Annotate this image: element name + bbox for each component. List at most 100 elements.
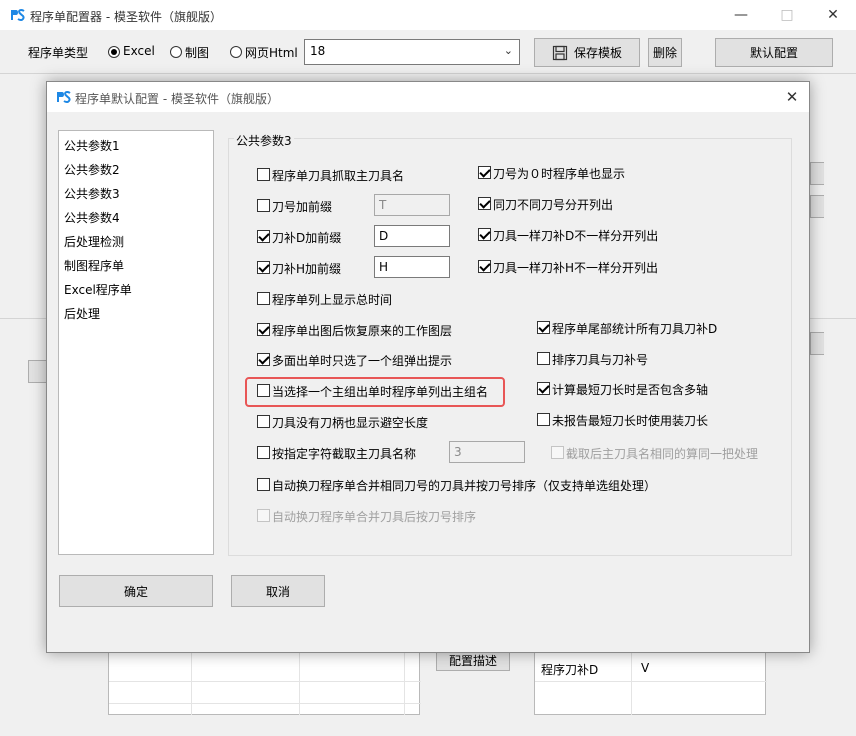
table-cell-key: 程序刀补D [541, 663, 599, 677]
checkbox-same-tool-diff-number[interactable] [478, 197, 491, 210]
delete-button[interactable]: 删除 [648, 38, 682, 67]
radio-draw[interactable] [170, 46, 182, 58]
label-d-prefix[interactable]: 刀补D加前缀 [272, 229, 341, 246]
radio-html-label[interactable]: 网页Html [245, 44, 298, 61]
table-cell-value: V [641, 661, 650, 675]
nav-item-common1[interactable]: 公共参数1 [64, 137, 120, 154]
default-config-dialog: 程序单默认配置 - 模圣软件（旗舰版） ✕ 公共参数1 公共参数2 公共参数3 … [46, 81, 810, 653]
default-config-button[interactable]: 默认配置 [715, 38, 833, 67]
checkbox-grab-main-tool[interactable] [257, 168, 270, 181]
dialog-title: 程序单默认配置 - 模圣软件（旗舰版） [75, 92, 279, 106]
label-merge-sort[interactable]: 自动换刀程序单合并刀具后按刀号排序 [272, 508, 476, 525]
main-separator [0, 73, 856, 74]
checkbox-tail-stats-d[interactable] [537, 321, 550, 334]
truncate-char-input[interactable]: 3 [449, 441, 525, 463]
checkbox-sort-tool-comp[interactable] [537, 352, 550, 365]
label-show-total-time[interactable]: 程序单列上显示总时间 [272, 291, 392, 308]
checkbox-no-holder-clearance[interactable] [257, 415, 270, 428]
checkbox-d-prefix[interactable] [257, 230, 270, 243]
checkbox-merge-same-tool[interactable] [257, 478, 270, 491]
label-diff-h[interactable]: 刀具一样刀补H不一样分开列出 [493, 259, 658, 276]
checkbox-list-main-group[interactable] [257, 384, 270, 397]
checkbox-show-tool-zero[interactable] [478, 166, 491, 179]
label-include-multiaxis[interactable]: 计算最短刀长时是否包含多轴 [552, 381, 708, 398]
ok-label: 确定 [123, 584, 148, 599]
label-grab-main-tool[interactable]: 程序单刀具抓取主刀具名 [272, 167, 404, 184]
label-show-tool-zero[interactable]: 刀号为０时程序单也显示 [493, 165, 625, 182]
bg-button-d[interactable] [28, 360, 46, 383]
label-no-holder-clearance[interactable]: 刀具没有刀柄也显示避空长度 [272, 414, 428, 431]
group-title: 公共参数3 [234, 132, 294, 149]
d-prefix-input[interactable]: D [374, 225, 450, 247]
nav-item-post[interactable]: 后处理 [64, 305, 100, 322]
cancel-button[interactable]: 取消 [231, 575, 325, 607]
nav-item-drawing[interactable]: 制图程序单 [64, 257, 124, 274]
tool-prefix-input[interactable]: T [374, 194, 450, 216]
checkbox-truncate-tool-name[interactable] [257, 446, 270, 459]
config-desc-label: 配置描述 [448, 654, 497, 668]
label-same-name-merge[interactable]: 截取后主刀具名相同的算同一把处理 [566, 445, 758, 462]
maximize-icon[interactable]: □ [764, 0, 810, 30]
label-restore-layer[interactable]: 程序单出图后恢复原来的工作图层 [272, 322, 452, 339]
radio-excel[interactable] [108, 46, 120, 58]
checkbox-same-name-merge[interactable] [551, 446, 564, 459]
checkbox-restore-layer[interactable] [257, 323, 270, 336]
checkbox-include-multiaxis[interactable] [537, 382, 550, 395]
label-diff-d[interactable]: 刀具一样刀补D不一样分开列出 [493, 227, 658, 244]
table-vline [631, 653, 632, 715]
nav-item-excel[interactable]: Excel程序单 [64, 281, 132, 298]
grid-vline [404, 653, 405, 715]
config-desc-button[interactable]: 配置描述 [436, 650, 510, 671]
minimize-icon[interactable]: — [718, 0, 764, 30]
label-tail-stats-d[interactable]: 程序单尾部统计所有刀具刀补D [552, 320, 717, 337]
bottom-right-table: 程序刀补D V [534, 653, 767, 715]
template-combo[interactable]: 18 ⌄ [304, 39, 520, 65]
checkbox-show-total-time[interactable] [257, 292, 270, 305]
template-combo-value: 18 [310, 44, 326, 58]
label-sort-tool-comp[interactable]: 排序刀具与刀补号 [552, 351, 648, 368]
bg-button-a[interactable] [810, 162, 824, 185]
bg-button-c[interactable] [810, 332, 824, 355]
save-icon [552, 45, 568, 60]
checkbox-tool-prefix[interactable] [257, 199, 270, 212]
label-use-setup-length[interactable]: 未报告最短刀长时使用装刀长 [552, 412, 708, 429]
bg-line-1 [0, 318, 46, 319]
delete-label: 删除 [652, 46, 677, 60]
grid-hline [109, 703, 421, 704]
label-tool-prefix[interactable]: 刀号加前缀 [272, 198, 332, 215]
nav-item-postcheck[interactable]: 后处理检测 [64, 233, 124, 250]
nav-item-common4[interactable]: 公共参数4 [64, 209, 120, 226]
grid-vline [191, 653, 192, 715]
bg-button-b[interactable] [810, 195, 824, 218]
grid-hline [109, 681, 421, 682]
checkbox-diff-h[interactable] [478, 260, 491, 273]
app-logo-icon [9, 7, 25, 23]
checkbox-multi-face-prompt[interactable] [257, 353, 270, 366]
h-prefix-input[interactable]: H [374, 256, 450, 278]
table-hline [535, 681, 767, 682]
label-merge-same-tool[interactable]: 自动换刀程序单合并相同刀号的刀具并按刀号排序（仅支持单选组处理） [272, 477, 656, 494]
radio-excel-label[interactable]: Excel [123, 44, 155, 58]
settings-nav-list: 公共参数1 公共参数2 公共参数3 公共参数4 后处理检测 制图程序单 Exce… [58, 130, 214, 555]
bottom-left-grid [108, 653, 421, 715]
main-window-title: 程序单配置器 - 模圣软件（旗舰版） [30, 10, 222, 24]
ok-button[interactable]: 确定 [59, 575, 213, 607]
label-same-tool-diff-number[interactable]: 同刀不同刀号分开列出 [493, 196, 613, 213]
save-template-button[interactable]: 保存模板 [534, 38, 640, 67]
close-icon[interactable]: ✕ [810, 0, 856, 30]
checkbox-h-prefix[interactable] [257, 261, 270, 274]
label-list-main-group[interactable]: 当选择一个主组出单时程序单列出主组名 [272, 383, 488, 400]
nav-item-common3[interactable]: 公共参数3 [64, 185, 120, 202]
chevron-down-icon: ⌄ [503, 44, 513, 57]
radio-html[interactable] [230, 46, 242, 58]
dialog-close-icon[interactable]: ✕ [773, 82, 811, 112]
label-h-prefix[interactable]: 刀补H加前缀 [272, 260, 341, 277]
nav-item-common2[interactable]: 公共参数2 [64, 161, 120, 178]
radio-draw-label[interactable]: 制图 [185, 44, 209, 61]
label-truncate-tool-name[interactable]: 按指定字符截取主刀具名称 [272, 445, 416, 462]
grid-vline [299, 653, 300, 715]
label-multi-face-prompt[interactable]: 多面出单时只选了一个组弹出提示 [272, 352, 452, 369]
checkbox-merge-sort[interactable] [257, 509, 270, 522]
checkbox-diff-d[interactable] [478, 228, 491, 241]
checkbox-use-setup-length[interactable] [537, 413, 550, 426]
